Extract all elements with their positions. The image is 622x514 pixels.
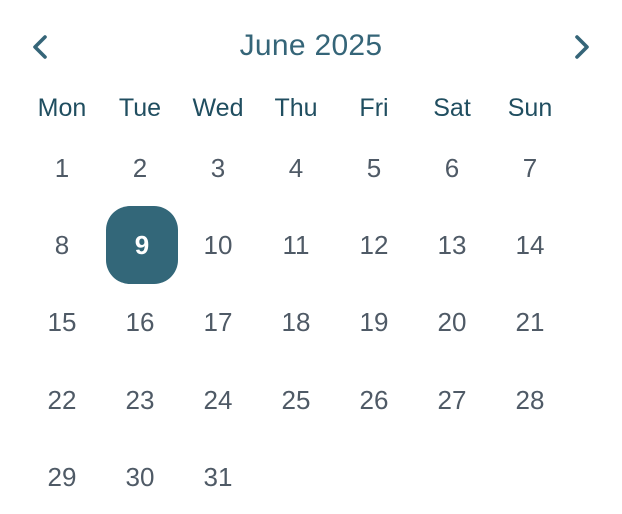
day-cell-22[interactable]: 22 — [26, 361, 98, 439]
day-cell-17[interactable]: 17 — [182, 283, 254, 361]
day-cell-2[interactable]: 2 — [104, 129, 176, 207]
day-cell-4[interactable]: 4 — [260, 129, 332, 207]
day-cell-16[interactable]: 16 — [104, 283, 176, 361]
day-cell-1[interactable]: 1 — [26, 129, 98, 207]
day-cell-13[interactable]: 13 — [416, 206, 488, 284]
day-cell-11[interactable]: 11 — [260, 206, 332, 284]
day-cell-31[interactable]: 31 — [182, 438, 254, 514]
day-cell-30[interactable]: 30 — [104, 438, 176, 514]
weekday-label-thu: Thu — [274, 94, 318, 122]
day-cell-29[interactable]: 29 — [26, 438, 98, 514]
date-picker-calendar: June 2025 Mon Tue Wed Thu Fri Sat Sun 12345678… — [0, 0, 622, 514]
day-cell-6[interactable]: 6 — [416, 129, 488, 207]
weekday-label-sat: Sat — [433, 94, 471, 122]
selected-day-9[interactable]: 9 — [106, 206, 178, 284]
weekday-label-tue: Tue — [118, 94, 162, 122]
next-month-button[interactable] — [566, 31, 598, 63]
day-cell-19[interactable]: 19 — [338, 283, 410, 361]
day-cell-7[interactable]: 7 — [494, 129, 566, 207]
day-cell-20[interactable]: 20 — [416, 283, 488, 361]
day-cell-27[interactable]: 27 — [416, 361, 488, 439]
day-cell-18[interactable]: 18 — [260, 283, 332, 361]
day-cell-25[interactable]: 25 — [260, 361, 332, 439]
month-year-title: June 2025 — [239, 29, 383, 62]
weekday-label-fri: Fri — [359, 94, 389, 122]
day-cell-24[interactable]: 24 — [182, 361, 254, 439]
day-cell-10[interactable]: 10 — [182, 206, 254, 284]
weekday-label-sun: Sun — [507, 94, 553, 122]
weekday-label-wed: Wed — [192, 94, 244, 122]
day-cell-12[interactable]: 12 — [338, 206, 410, 284]
chevron-right-icon — [575, 35, 589, 59]
day-cell-26[interactable]: 26 — [338, 361, 410, 439]
day-cell-28[interactable]: 28 — [494, 361, 566, 439]
day-cell-8[interactable]: 8 — [26, 206, 98, 284]
day-cell-21[interactable]: 21 — [494, 283, 566, 361]
day-cell-14[interactable]: 14 — [494, 206, 566, 284]
day-cell-5[interactable]: 5 — [338, 129, 410, 207]
day-cell-23[interactable]: 23 — [104, 361, 176, 439]
day-cell-3[interactable]: 3 — [182, 129, 254, 207]
day-cell-15[interactable]: 15 — [26, 283, 98, 361]
weekday-label-mon: Mon — [37, 94, 87, 122]
